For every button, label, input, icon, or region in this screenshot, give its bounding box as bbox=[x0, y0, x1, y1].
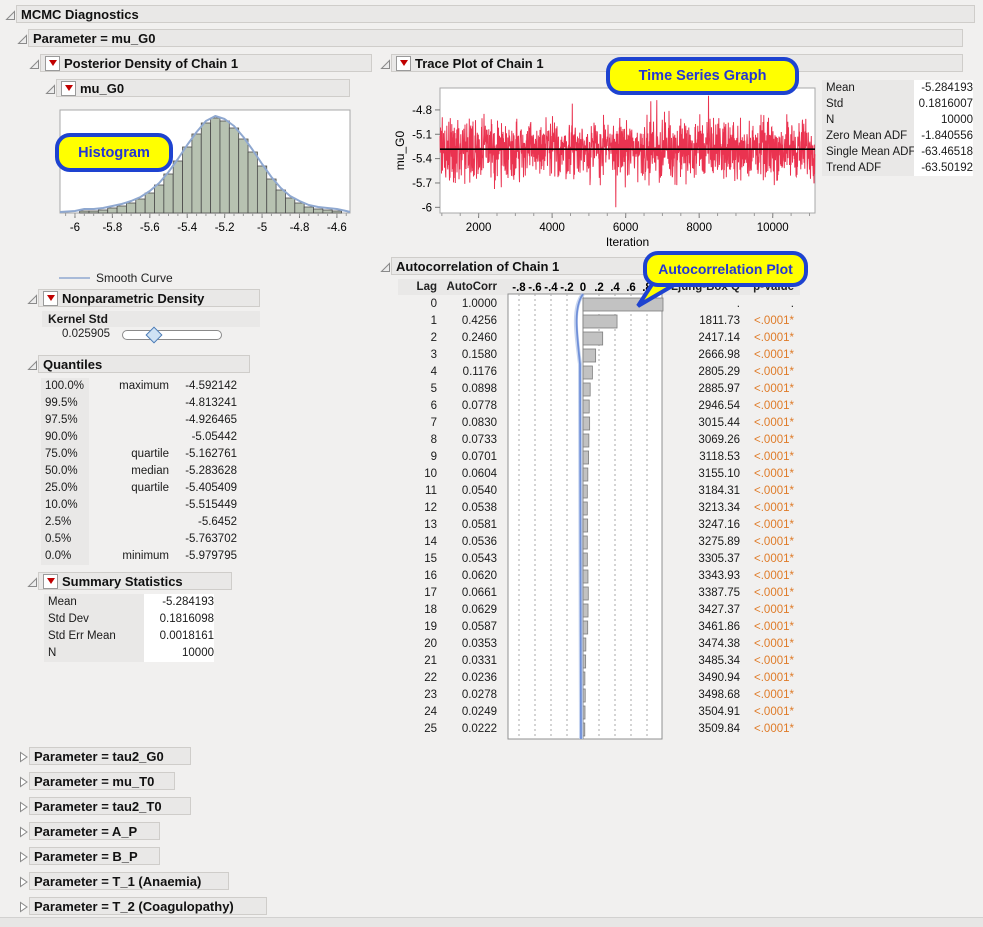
callout-label: Time Series Graph bbox=[639, 68, 767, 84]
time-series-callout: Time Series Graph bbox=[606, 57, 799, 95]
svg-text:.4: .4 bbox=[610, 282, 620, 294]
svg-text:-.2: -.2 bbox=[560, 282, 573, 294]
svg-text:.2: .2 bbox=[594, 282, 604, 294]
callout-label: Autocorrelation Plot bbox=[658, 261, 793, 277]
svg-text:-.6: -.6 bbox=[528, 282, 541, 294]
autocorrelation-callout: Autocorrelation Plot bbox=[643, 251, 808, 287]
svg-text:-.4: -.4 bbox=[544, 282, 558, 294]
svg-text:0: 0 bbox=[580, 282, 586, 294]
histogram-callout: Histogram bbox=[55, 133, 173, 172]
callout-label: Histogram bbox=[78, 145, 150, 161]
svg-text:-.8: -.8 bbox=[512, 282, 526, 294]
